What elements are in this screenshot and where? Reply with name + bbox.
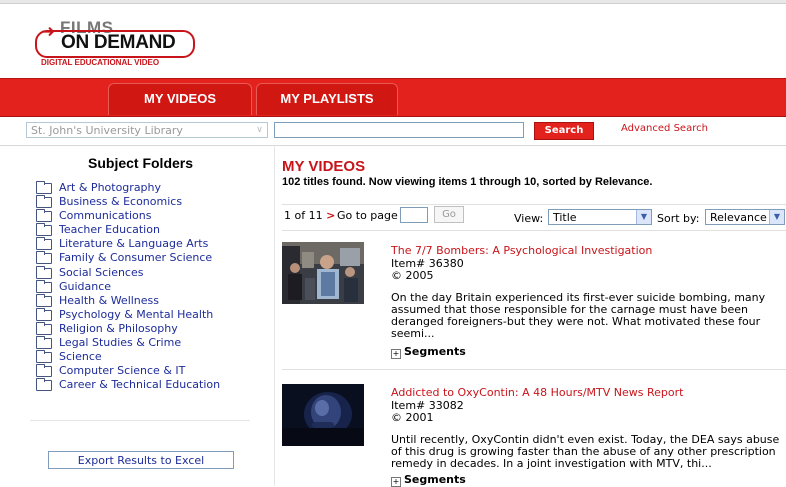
sidebar-divider [274,146,275,486]
folder-item[interactable]: Art & Photography [36,181,220,195]
results-summary: 102 titles found. Now viewing items 1 th… [282,176,653,188]
folder-label: Psychology & Mental Health [59,307,214,321]
tab-my-playlists[interactable]: MY PLAYLISTS [256,83,398,115]
folder-icon [36,195,52,209]
folder-item[interactable]: Computer Science & IT [36,364,220,378]
page-count: 1 of 11 [284,209,323,222]
export-excel-button[interactable]: Export Results to Excel [48,451,234,469]
folder-label: Computer Science & IT [59,364,186,378]
search-input[interactable] [274,122,524,138]
logo-arrow-icon: ➜ [41,22,56,42]
folder-label: Communications [59,209,152,223]
go-button[interactable]: Go [434,206,464,223]
chevron-down-icon: ∨ [256,125,263,135]
folder-icon [36,336,52,350]
segments-toggle[interactable]: + Segments [391,345,466,359]
folder-icon [36,181,52,194]
logo-tagline: DIGITAL EDUCATIONAL VIDEO [41,58,160,67]
films-on-demand-logo[interactable]: FILMS ➜ ON DEMAND DIGITAL EDUCATIONAL VI… [35,18,195,70]
page-number-input[interactable] [400,207,428,223]
segments-label: Segments [404,345,466,358]
page-title: MY VIDEOS [282,158,366,175]
folder-item[interactable]: Teacher Education [36,223,220,237]
chevron-down-icon: ▼ [769,210,784,224]
subject-folder-list: Art & Photography Business & Economics C… [36,181,220,392]
segments-toggle[interactable]: + Segments [391,473,466,487]
folder-label: Art & Photography [59,181,162,194]
pagination-bar: 1 of 11 > Go to page Go View: Title ▼ So… [282,204,786,231]
folder-item[interactable]: Career & Technical Education [36,378,220,392]
subject-folders-title: Subject Folders [88,155,194,171]
advanced-search-link[interactable]: Advanced Search [621,123,708,134]
folder-item[interactable]: Business & Economics [36,195,220,209]
folder-item[interactable]: Health & Wellness [36,293,220,308]
folder-icon [36,293,52,307]
folder-item[interactable]: Psychology & Mental Health [36,307,220,322]
folder-label: Career & Technical Education [59,378,221,392]
folder-item[interactable]: Guidance [36,279,220,294]
folder-icon [36,350,52,364]
folder-icon [36,378,52,392]
folder-label: Social Sciences [59,265,144,279]
folder-icon [36,279,52,293]
folder-label: Science [59,350,102,364]
search-button[interactable]: Search [534,122,594,140]
folder-item[interactable]: Communications [36,209,220,223]
folder-icon [36,237,52,251]
folder-icon [36,223,52,237]
logo-on-demand-text: ON DEMAND [61,32,176,53]
site-header: FILMS ➜ ON DEMAND DIGITAL EDUCATIONAL VI… [0,4,786,78]
result-divider [282,369,786,370]
folder-item[interactable]: Social Sciences [36,265,220,280]
folder-label: Legal Studies & Crime [59,336,182,350]
result-title-link[interactable]: Addicted to OxyContin: A 48 Hours/MTV Ne… [391,386,683,399]
folder-icon [36,307,52,321]
folder-icon [36,251,52,265]
tab-my-videos[interactable]: MY VIDEOS [108,83,252,115]
folder-icon [36,321,52,335]
folder-item[interactable]: Family & Consumer Science [36,251,220,265]
page-info: 1 of 11 > [284,209,335,222]
plus-icon: + [391,349,401,359]
view-select[interactable]: Title ▼ [548,209,652,225]
library-select[interactable]: St. John's University Library ∨ [26,122,268,138]
result-description: On the day Britain experienced its first… [391,291,766,340]
copyright-year: © 2005 [391,269,434,282]
library-select-value: St. John's University Library [31,124,183,137]
goto-label: Go to page [337,209,398,222]
folder-label: Health & Wellness [59,293,160,307]
video-thumbnail[interactable] [282,242,364,304]
folder-item[interactable]: Religion & Philosophy [36,321,220,336]
segments-label: Segments [404,473,466,486]
folder-label: Guidance [59,279,112,293]
sort-select-value: Relevance [710,211,767,224]
view-select-value: Title [553,211,577,224]
folder-label: Family & Consumer Science [59,251,213,265]
folder-icon [36,209,52,223]
folder-label: Teacher Education [59,223,160,237]
main-nav: MY VIDEOS MY PLAYLISTS [0,78,786,118]
folder-item[interactable]: Literature & Language Arts [36,237,220,251]
result-title-link[interactable]: The 7/7 Bombers: A Psychological Investi… [391,244,652,257]
folder-icon [36,364,52,378]
view-label: View: [514,212,544,225]
folder-label: Business & Economics [59,195,183,209]
folder-label: Religion & Philosophy [59,321,178,335]
next-page-arrow[interactable]: > [326,209,335,222]
folder-label: Literature & Language Arts [59,237,209,251]
video-thumbnail[interactable] [282,384,364,446]
copyright-year: © 2001 [391,411,434,424]
sidebar-bottom-divider [30,420,250,421]
folder-item[interactable]: Legal Studies & Crime [36,336,220,350]
result-description: Until recently, OxyContin didn't even ex… [391,433,780,470]
sort-select[interactable]: Relevance ▼ [705,209,785,225]
folder-item[interactable]: Science [36,350,220,364]
sort-label: Sort by: [657,212,700,225]
chevron-down-icon: ▼ [636,210,651,224]
folder-icon [36,265,52,279]
search-bar: St. John's University Library ∨ Search A… [0,117,786,146]
